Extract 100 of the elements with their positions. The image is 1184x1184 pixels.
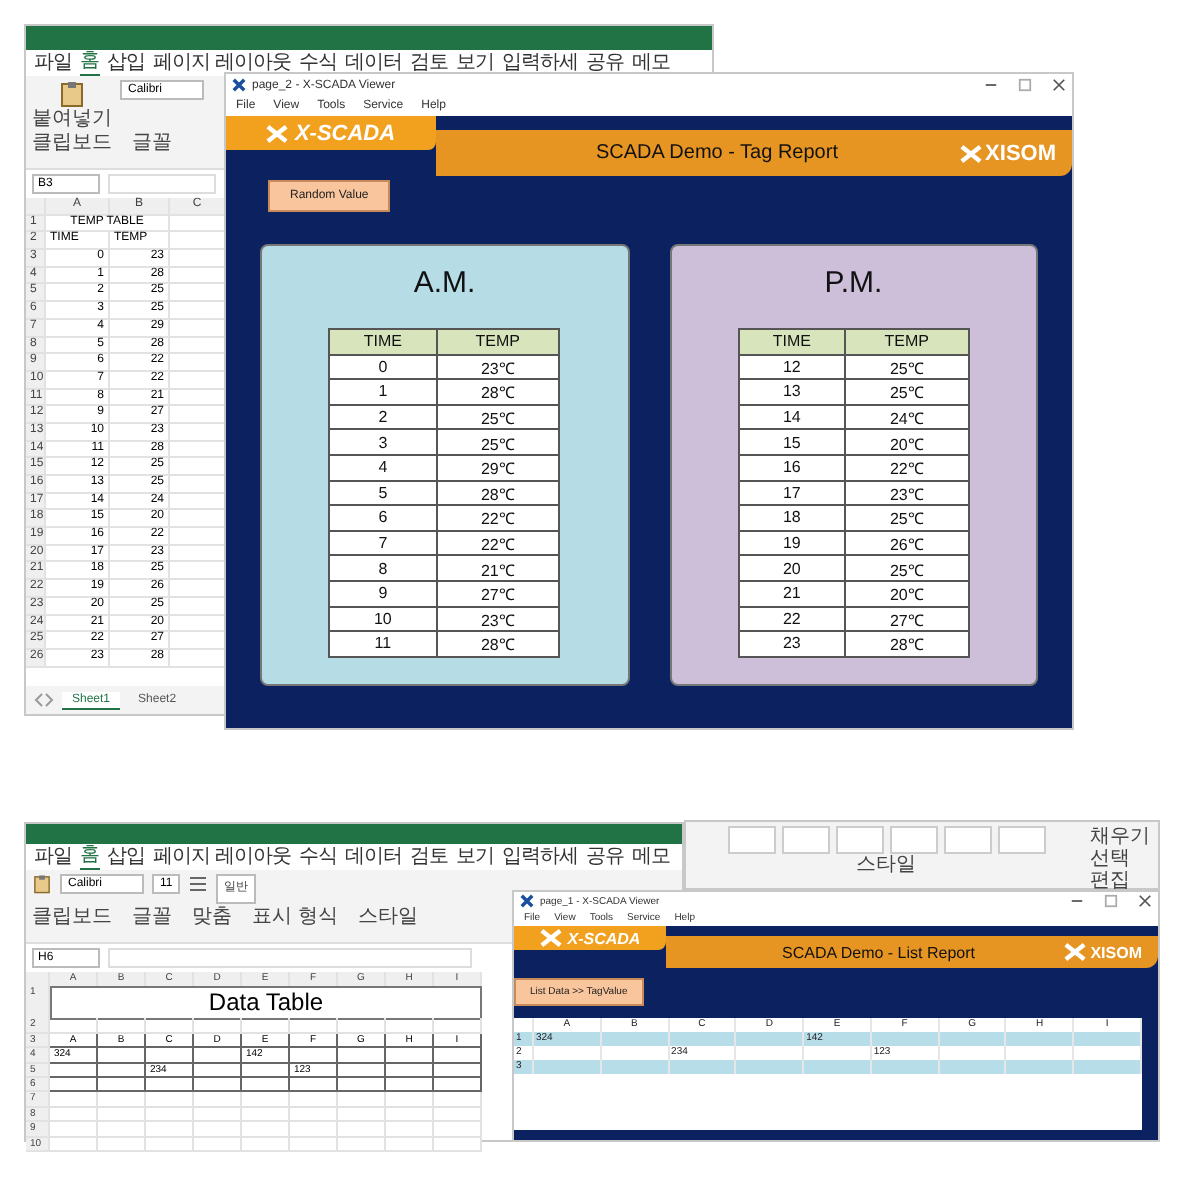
table-cell: 23℃ <box>436 354 560 380</box>
table-cell: 25℃ <box>845 555 969 581</box>
panel-title: P.M. <box>824 266 883 300</box>
table-cell: 25℃ <box>436 429 560 455</box>
style-swatch[interactable] <box>727 826 775 854</box>
ribbon-command[interactable]: 공유 <box>585 51 624 75</box>
group-label: 편집 <box>1090 870 1132 892</box>
table-cell: 9 <box>329 580 437 607</box>
ribbon-command[interactable]: 공유 <box>585 845 624 869</box>
table-cell: 10 <box>329 606 437 632</box>
group-label: 스타일 <box>856 854 916 876</box>
group-label: 글꼴 <box>132 132 172 154</box>
table-cell: 19 <box>738 530 846 556</box>
logo-text: X-SCADA <box>294 121 396 145</box>
ribbon-command[interactable]: 입력하세 <box>501 845 578 869</box>
ribbon-command[interactable]: 입력하세 <box>501 51 578 75</box>
table-cell: 20 <box>738 555 846 581</box>
logo-text: X-SCADA <box>567 929 641 947</box>
table-cell: 12 <box>738 354 846 380</box>
ribbon-tab[interactable]: 페이지 레이아웃 <box>153 845 291 869</box>
table-cell: 23 <box>738 631 846 657</box>
report-title: SCADA Demo - List Report <box>782 943 975 961</box>
group-label: 맞춤 <box>192 906 232 928</box>
ribbon-tab[interactable]: 삽입 <box>107 845 145 869</box>
x-mark-icon <box>959 143 982 163</box>
close-icon[interactable] <box>1138 894 1152 908</box>
close-icon[interactable] <box>1052 78 1066 92</box>
table-title: Data Table <box>50 986 482 1021</box>
ribbon-tab[interactable]: 수식 <box>298 845 337 869</box>
table-cell: 28℃ <box>845 631 969 657</box>
style-swatch[interactable] <box>889 826 937 854</box>
style-swatch[interactable] <box>781 826 829 854</box>
column-header: TEMP <box>845 329 969 355</box>
ribbon-tab[interactable]: 수식 <box>298 51 337 75</box>
ribbon-tab[interactable]: 삽입 <box>107 51 145 75</box>
scroll-arrows-icon[interactable] <box>34 690 54 710</box>
group-label: 표시 형식 <box>252 906 338 928</box>
table-cell: 29℃ <box>436 454 560 481</box>
x-mark-icon <box>1064 942 1087 962</box>
app-icon <box>232 78 246 92</box>
maximize-icon[interactable] <box>1018 78 1032 92</box>
table-cell: 25℃ <box>436 404 560 430</box>
table-cell: 25℃ <box>845 505 969 531</box>
style-swatch[interactable] <box>997 826 1045 854</box>
table-cell: 17 <box>738 480 846 506</box>
ribbon-command[interactable]: 선택 <box>1090 848 1150 870</box>
table-cell: 2 <box>329 404 437 430</box>
ribbon-tab[interactable]: 보기 <box>455 51 494 75</box>
ribbon-tab[interactable]: 검토 <box>409 845 448 869</box>
formula-bar[interactable] <box>108 174 216 194</box>
style-swatch[interactable] <box>835 826 883 854</box>
column-header: TIME <box>329 329 437 355</box>
column-header: TIME <box>738 329 846 355</box>
ribbon-command[interactable]: 메모 <box>631 845 670 869</box>
ribbon-tab[interactable]: 데이터 <box>344 845 402 869</box>
table-cell: 23℃ <box>845 480 969 506</box>
table-cell: 18 <box>738 505 846 531</box>
report-title: SCADA Demo - Tag Report <box>596 142 838 164</box>
table-cell: 13 <box>738 379 846 405</box>
brand-logo-text: XISOM <box>1090 943 1142 961</box>
table-cell: 21 <box>738 580 846 607</box>
table-cell: 4 <box>329 454 437 481</box>
style-swatch[interactable] <box>943 826 991 854</box>
table-cell: 26℃ <box>845 530 969 556</box>
ribbon-tab[interactable]: 파일 <box>34 51 72 75</box>
panel-title: A.M. <box>413 266 476 300</box>
x-mark-icon <box>266 123 289 143</box>
table-cell: 8 <box>329 555 437 581</box>
table-cell: 3 <box>329 429 437 455</box>
table-cell: 21℃ <box>436 555 560 581</box>
maximize-icon[interactable] <box>1104 894 1118 908</box>
table-cell: 6 <box>329 505 437 531</box>
table-cell: 24℃ <box>845 404 969 430</box>
table-cell: 25℃ <box>845 354 969 380</box>
ribbon-command[interactable]: 채우기 <box>1090 826 1150 848</box>
table-cell: 20℃ <box>845 580 969 607</box>
paste-label[interactable]: 붙여넣기 <box>32 108 112 130</box>
minimize-icon[interactable] <box>1070 894 1084 908</box>
group-label: 클립보드 <box>32 906 112 928</box>
table-cell: 0 <box>329 354 437 380</box>
clipboard-icon[interactable] <box>32 874 52 894</box>
ribbon-tab[interactable]: 검토 <box>409 51 448 75</box>
align-icon[interactable] <box>188 874 209 894</box>
ribbon-tab[interactable]: 파일 <box>34 845 72 869</box>
formula-bar[interactable] <box>108 948 472 968</box>
group-label: 클립보드 <box>32 132 112 154</box>
table-cell: 15 <box>738 429 846 455</box>
clipboard-icon[interactable] <box>58 80 86 108</box>
group-label: 글꼴 <box>132 906 172 928</box>
x-mark-icon <box>539 928 562 948</box>
table-cell: 28℃ <box>436 379 560 405</box>
brand-logo-text: XISOM <box>985 141 1056 165</box>
ribbon-command[interactable]: 메모 <box>631 51 670 75</box>
table-cell: 23℃ <box>436 606 560 632</box>
ribbon-tab[interactable]: 데이터 <box>344 51 402 75</box>
table-cell: 27℃ <box>845 606 969 632</box>
ribbon-tab[interactable]: 보기 <box>455 845 494 869</box>
ribbon-tab[interactable]: 페이지 레이아웃 <box>153 51 291 75</box>
minimize-icon[interactable] <box>984 78 998 92</box>
app-icon <box>520 894 534 908</box>
